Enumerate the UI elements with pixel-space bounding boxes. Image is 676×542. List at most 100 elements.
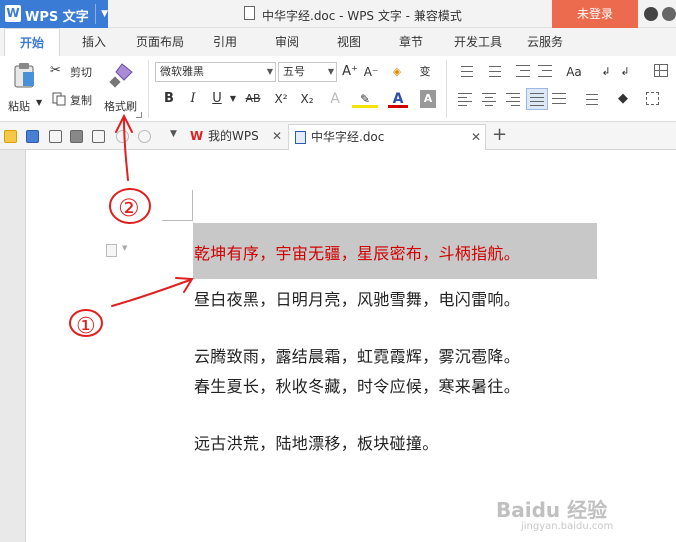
clear-format-icon[interactable]: ◈ [388, 63, 406, 81]
chevron-down-icon[interactable]: ▼ [170, 129, 177, 139]
bullets-icon[interactable] [456, 64, 476, 78]
borders-icon[interactable] [646, 92, 659, 105]
change-case-icon[interactable]: Aa [562, 63, 586, 81]
watermark-url: jingyan.baidu.com [521, 521, 614, 532]
highlight-icon[interactable]: ✎ [352, 90, 378, 108]
align-left-icon[interactable] [458, 92, 472, 106]
phonetic-button[interactable]: 变 [412, 63, 438, 81]
quick-access-toolbar: ▼ W 我的WPS ✕ 中华字经.doc ✕ + [0, 122, 676, 151]
tab-home[interactable]: 开始 [4, 28, 60, 57]
tab-insert[interactable]: 插入 [70, 28, 118, 56]
table-icon[interactable] [654, 64, 668, 77]
cut-button[interactable]: ✂ 剪切 [50, 62, 98, 80]
subscript-button[interactable]: X₂ [296, 90, 318, 108]
chevron-down-icon: ▼ [36, 98, 43, 107]
font-size-value: 五号 [283, 65, 305, 78]
format-painter-label: 格式刷 [104, 100, 137, 113]
bold-button[interactable]: B [160, 90, 178, 108]
wps-logo-icon: W [5, 5, 21, 22]
undo-icon[interactable] [116, 130, 129, 143]
tab-label: 我的WPS [208, 129, 259, 143]
chevron-down-icon[interactable]: ▼ [228, 90, 238, 108]
distribute-icon[interactable] [552, 92, 566, 106]
app-name: WPS 文字 [25, 10, 89, 25]
shrink-font-button[interactable]: A⁻ [362, 63, 380, 81]
paintbrush-icon [109, 63, 133, 88]
char-shading-icon[interactable]: A [420, 90, 436, 108]
decrease-indent-icon[interactable] [516, 64, 530, 78]
text-direction-icon[interactable]: ↲ [596, 63, 616, 81]
tab-review[interactable]: 审阅 [264, 28, 310, 56]
cut-label: 剪切 [70, 66, 92, 79]
group-divider [148, 60, 149, 118]
tab-cloud[interactable]: 云服务 [520, 28, 570, 56]
italic-button[interactable]: I [184, 90, 202, 108]
copy-button[interactable]: 复制 [50, 90, 98, 108]
font-color-button[interactable]: A [388, 90, 408, 108]
group-divider [446, 60, 447, 118]
align-right-icon[interactable] [506, 92, 520, 106]
line-spacing-icon[interactable] [580, 92, 602, 106]
print-icon[interactable] [70, 130, 83, 143]
redo-icon[interactable] [138, 130, 151, 143]
open-folder-icon[interactable] [4, 130, 17, 143]
tab-developer[interactable]: 开发工具 [448, 28, 508, 56]
superscript-button[interactable]: X² [270, 90, 292, 108]
settings-icon[interactable] [662, 7, 676, 21]
left-margin-pane [0, 150, 26, 542]
text-line[interactable]: 云腾致雨，露结晨霜，虹霓霞辉，雾沉雹降。 [194, 343, 520, 367]
clipboard-icon [14, 63, 34, 88]
text-effect-icon[interactable]: A [326, 90, 344, 108]
dialog-launcher-icon[interactable] [136, 112, 142, 118]
chevron-down-icon: ▼ [95, 4, 108, 24]
new-tab-button[interactable]: + [492, 124, 507, 145]
document-icon [106, 244, 117, 257]
document-icon [295, 131, 306, 144]
shading-bucket-icon[interactable]: ◆ [612, 90, 634, 108]
text-line[interactable]: 春生夏长，秋收冬藏，时令应候，寒来暑往。 [194, 373, 520, 397]
ribbon-toolbar: 粘贴 ▼ ✂ 剪切 复制 格式刷 微软雅黑 ▼ 五号 ▼ A⁺ A⁻ ◈ 变 B… [0, 56, 676, 122]
show-marks-icon[interactable]: ↲ [616, 63, 634, 81]
title-bar: W WPS 文字 ▼ 中华字经.doc - WPS 文字 - 兼容模式 未登录 [0, 0, 676, 28]
tab-my-wps[interactable]: W 我的WPS ✕ [188, 124, 288, 150]
underline-button[interactable]: U [206, 90, 228, 108]
numbering-icon[interactable] [484, 64, 504, 78]
wps-logo-icon: W [190, 129, 204, 143]
document-icon [244, 6, 255, 20]
font-size-select[interactable]: 五号 ▼ [278, 62, 337, 82]
tab-references[interactable]: 引用 [202, 28, 248, 56]
close-icon[interactable]: ✕ [471, 125, 481, 149]
login-button[interactable]: 未登录 [552, 0, 638, 28]
format-painter-button[interactable]: 格式刷 [100, 60, 142, 114]
grow-font-button[interactable]: A⁺ [341, 63, 359, 81]
chevron-down-icon: ▼ [266, 67, 273, 76]
skin-icon[interactable] [644, 7, 658, 21]
increase-indent-icon[interactable] [538, 64, 552, 78]
tab-label: 中华字经.doc [311, 130, 385, 144]
font-name-value: 微软雅黑 [160, 65, 204, 78]
copy-label: 复制 [70, 94, 92, 107]
print-preview-icon[interactable] [92, 130, 105, 143]
tab-view[interactable]: 视图 [326, 28, 372, 56]
tab-page-layout[interactable]: 页面布局 [130, 28, 190, 56]
paste-button[interactable]: 粘贴 ▼ [6, 62, 42, 114]
tab-chapter[interactable]: 章节 [388, 28, 434, 56]
margin-corner-mark [162, 220, 193, 221]
font-name-select[interactable]: 微软雅黑 ▼ [155, 62, 276, 82]
margin-corner-mark [192, 190, 193, 221]
save-icon[interactable] [26, 130, 39, 143]
justify-icon[interactable] [526, 88, 548, 110]
copy-icon [52, 92, 66, 106]
tab-document[interactable]: 中华字经.doc ✕ [288, 124, 486, 151]
close-icon[interactable]: ✕ [272, 124, 282, 148]
text-line-selected[interactable]: 乾坤有序，宇宙无疆，星辰密布，斗柄指航。 [194, 240, 520, 264]
export-pdf-icon[interactable] [49, 130, 62, 143]
text-line[interactable]: 昼白夜黑，日明月亮，风驰雪舞，电闪雷响。 [194, 286, 520, 310]
strikethrough-button[interactable]: AB [240, 90, 266, 108]
text-line[interactable]: 远古洪荒，陆地漂移，板块碰撞。 [194, 430, 439, 454]
align-center-icon[interactable] [482, 92, 496, 106]
baidu-watermark: Baidu 经验 [496, 498, 608, 522]
chevron-down-icon: ▼ [122, 244, 128, 252]
app-menu-button[interactable]: W WPS 文字 ▼ [0, 0, 108, 28]
paste-label: 粘贴 [8, 100, 30, 113]
